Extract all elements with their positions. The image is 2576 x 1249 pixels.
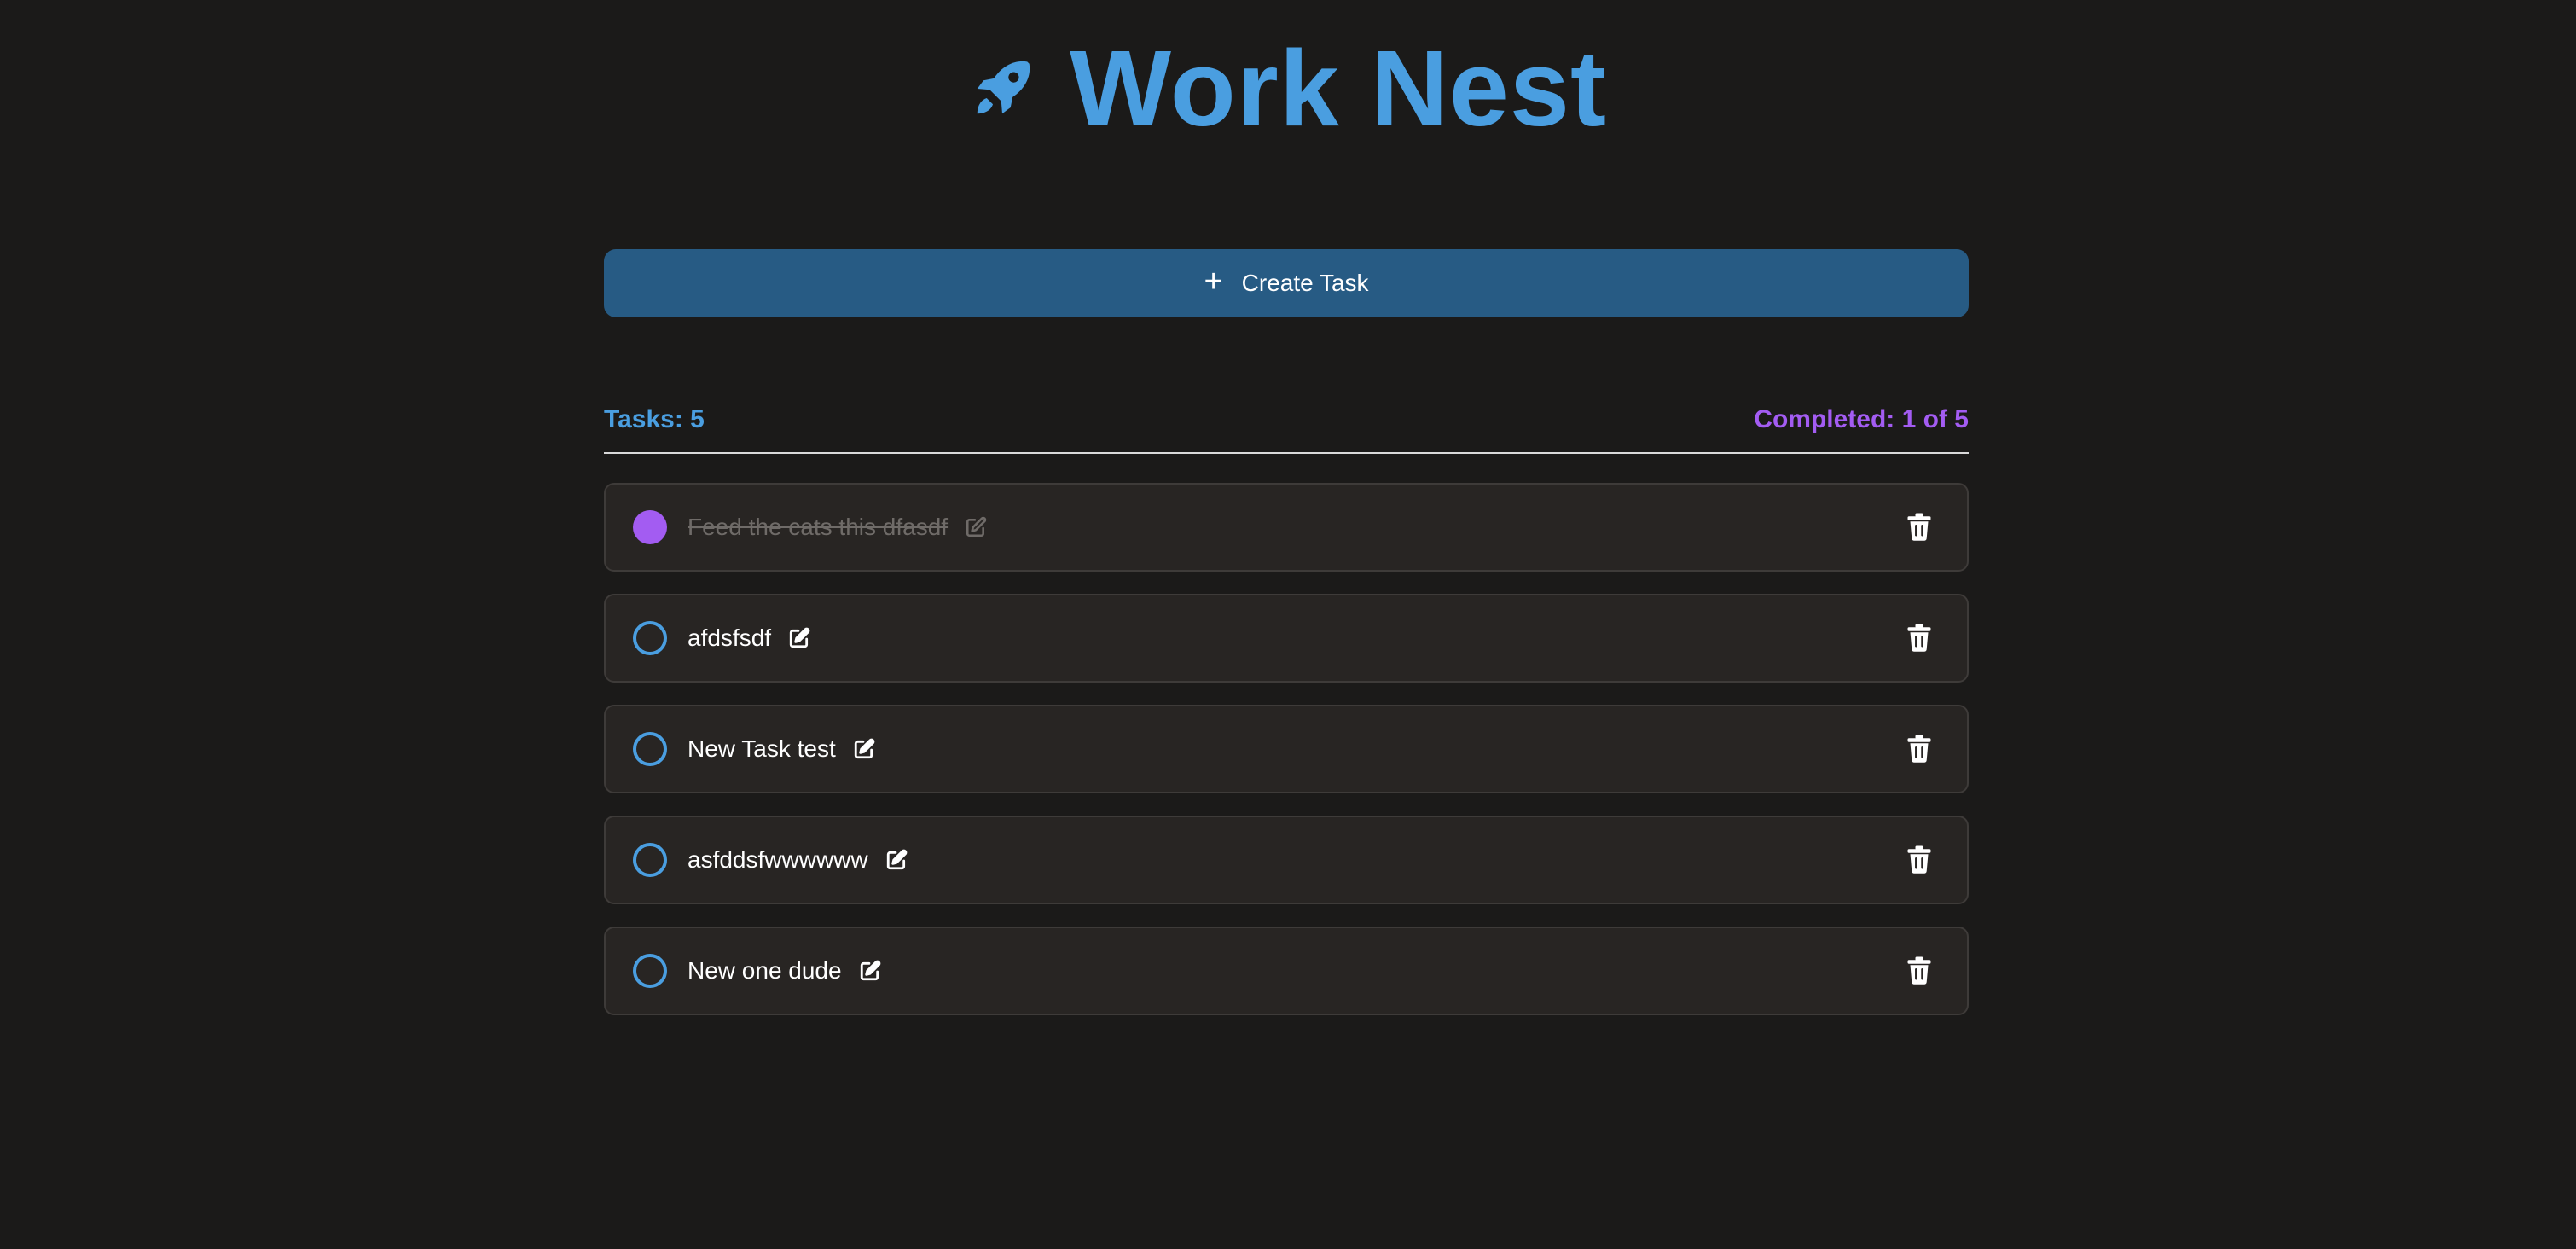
rocket-icon: [969, 55, 1036, 122]
task-content: New one dude: [688, 957, 885, 985]
trash-icon[interactable]: [1904, 956, 1935, 986]
divider: [604, 452, 1969, 454]
app-root: Work Nest + Create Task Tasks: 5 Complet…: [0, 0, 2576, 1249]
task-stats: Tasks: 5 Completed: 1 of 5: [604, 403, 1969, 437]
edit-icon[interactable]: [965, 514, 990, 540]
task-label: New one dude: [688, 957, 842, 984]
task-label: Feed the cats this dfasdf: [688, 514, 949, 540]
task-content: afdsfsdf: [688, 624, 814, 652]
checkbox-unchecked[interactable]: [633, 954, 667, 988]
task-item: asfddsfwwwwww: [604, 816, 1969, 904]
app-title: Work Nest: [1070, 28, 1607, 148]
checkbox-unchecked[interactable]: [633, 843, 667, 877]
task-label: afdsfsdf: [688, 624, 772, 651]
edit-icon[interactable]: [859, 958, 885, 984]
create-task-button[interactable]: + Create Task: [604, 249, 1969, 317]
task-label: New Task test: [688, 735, 836, 762]
trash-icon[interactable]: [1904, 623, 1935, 654]
task-item: New one dude: [604, 927, 1969, 1015]
task-item: Feed the cats this dfasdf: [604, 483, 1969, 572]
task-label: asfddsfwwwwww: [688, 846, 868, 873]
task-content: New Task test: [688, 735, 879, 763]
create-task-label: Create Task: [1241, 270, 1369, 296]
task-content: Feed the cats this dfasdf: [688, 514, 990, 541]
edit-icon[interactable]: [885, 847, 911, 873]
edit-icon[interactable]: [788, 625, 814, 651]
checkbox-checked[interactable]: [633, 510, 667, 544]
trash-icon[interactable]: [1904, 845, 1935, 875]
trash-icon[interactable]: [1904, 512, 1935, 543]
checkbox-unchecked[interactable]: [633, 621, 667, 655]
task-content: asfddsfwwwwww: [688, 846, 911, 874]
completed-count: Completed: 1 of 5: [1754, 405, 1969, 433]
task-item: New Task test: [604, 705, 1969, 793]
tasks-count: Tasks: 5: [604, 405, 705, 433]
header: Work Nest: [0, 29, 2576, 148]
checkbox-unchecked[interactable]: [633, 732, 667, 766]
task-item: afdsfsdf: [604, 594, 1969, 683]
plus-icon: +: [1204, 264, 1223, 299]
task-list: Feed the cats this dfasdf afdsfsdf New T…: [604, 483, 1969, 1015]
main-container: + Create Task Tasks: 5 Completed: 1 of 5…: [604, 249, 1969, 1015]
trash-icon[interactable]: [1904, 734, 1935, 764]
edit-icon[interactable]: [853, 736, 879, 762]
